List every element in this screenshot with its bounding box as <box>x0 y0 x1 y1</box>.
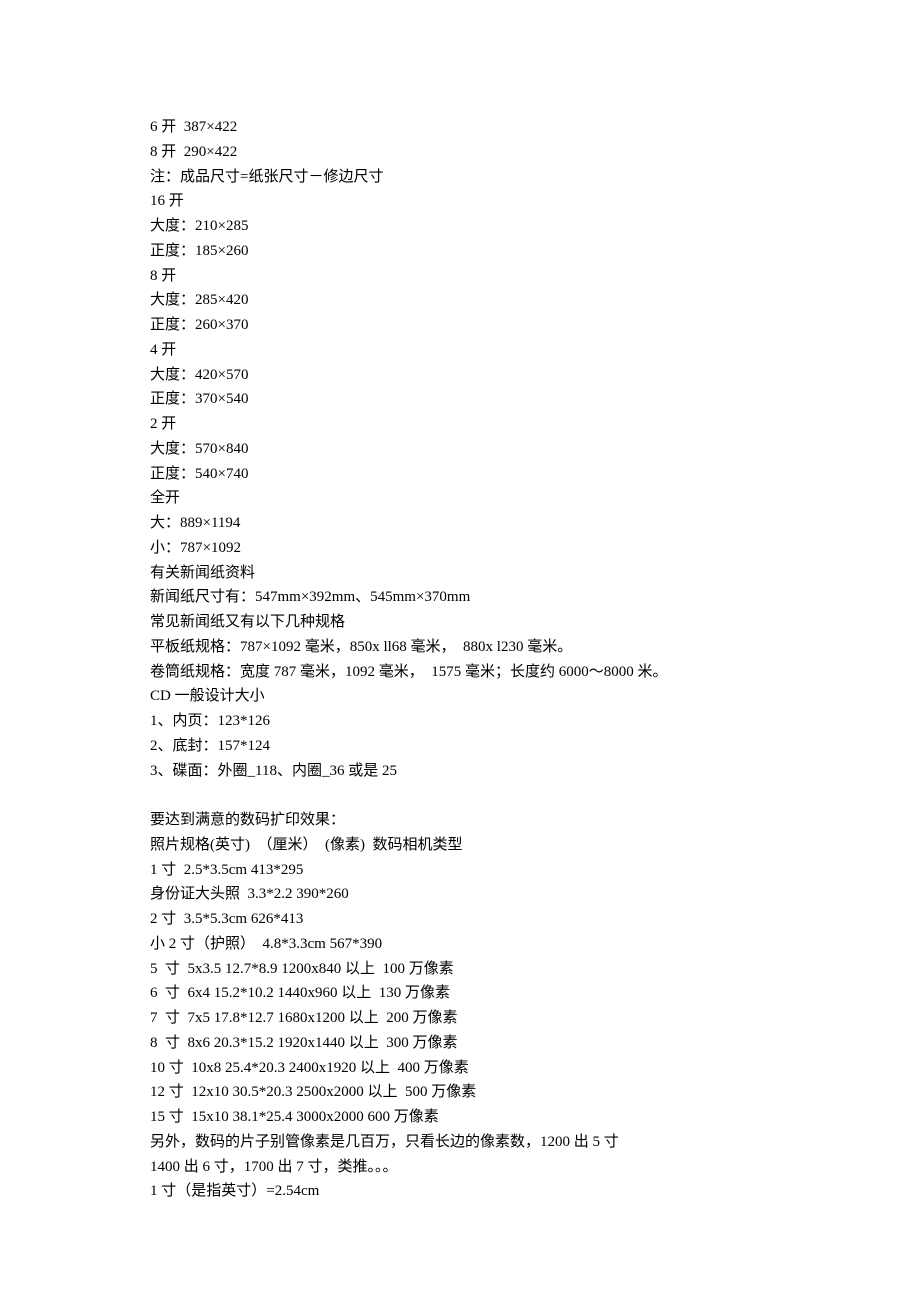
text-line: 有关新闻纸资料 <box>150 561 770 586</box>
text-line: 小：787×1092 <box>150 536 770 561</box>
text-line: 正度：370×540 <box>150 387 770 412</box>
text-line: 5 寸 5x3.5 12.7*8.9 1200x840 以上 100 万像素 <box>150 957 770 982</box>
text-line: 正度：260×370 <box>150 313 770 338</box>
text-line: 全开 <box>150 486 770 511</box>
text-line: 4 开 <box>150 338 770 363</box>
text-line: 大度：285×420 <box>150 288 770 313</box>
text-line: 8 开 290×422 <box>150 140 770 165</box>
text-line: 1、内页：123*126 <box>150 709 770 734</box>
text-line: 大度：420×570 <box>150 363 770 388</box>
text-line: 1 寸（是指英寸）=2.54cm <box>150 1179 770 1204</box>
text-line: 要达到满意的数码扩印效果： <box>150 808 770 833</box>
text-line: 身份证大头照 3.3*2.2 390*260 <box>150 882 770 907</box>
text-line: 平板纸规格：787×1092 毫米，850x ll68 毫米， 880x l23… <box>150 635 770 660</box>
document-body: 6 开 387×4228 开 290×422注：成品尺寸=纸张尺寸－修边尺寸16… <box>150 115 770 1204</box>
text-line: 12 寸 12x10 30.5*20.3 2500x2000 以上 500 万像… <box>150 1080 770 1105</box>
text-line: 6 寸 6x4 15.2*10.2 1440x960 以上 130 万像素 <box>150 981 770 1006</box>
text-line: 新闻纸尺寸有：547mm×392mm、545mm×370mm <box>150 585 770 610</box>
text-line: 1 寸 2.5*3.5cm 413*295 <box>150 858 770 883</box>
text-line: 15 寸 15x10 38.1*25.4 3000x2000 600 万像素 <box>150 1105 770 1130</box>
text-line: 16 开 <box>150 189 770 214</box>
text-line: CD 一般设计大小 <box>150 684 770 709</box>
text-line: 2 开 <box>150 412 770 437</box>
text-line: 正度：185×260 <box>150 239 770 264</box>
text-line: 6 开 387×422 <box>150 115 770 140</box>
text-line: 照片规格(英寸) （厘米） (像素) 数码相机类型 <box>150 833 770 858</box>
text-line: 1400 出 6 寸，1700 出 7 寸，类推。。。 <box>150 1155 770 1180</box>
text-line: 大：889×1194 <box>150 511 770 536</box>
text-line: 正度：540×740 <box>150 462 770 487</box>
text-line: 大度：570×840 <box>150 437 770 462</box>
text-line: 3、碟面：外圈_118、内圈_36 或是 25 <box>150 759 770 784</box>
blank-line <box>150 783 770 808</box>
text-line: 8 开 <box>150 264 770 289</box>
text-line: 2、底封：157*124 <box>150 734 770 759</box>
text-line: 另外，数码的片子别管像素是几百万，只看长边的像素数，1200 出 5 寸 <box>150 1130 770 1155</box>
text-line: 8 寸 8x6 20.3*15.2 1920x1440 以上 300 万像素 <box>150 1031 770 1056</box>
text-line: 小 2 寸（护照） 4.8*3.3cm 567*390 <box>150 932 770 957</box>
text-line: 大度：210×285 <box>150 214 770 239</box>
text-line: 常见新闻纸又有以下几种规格 <box>150 610 770 635</box>
text-line: 2 寸 3.5*5.3cm 626*413 <box>150 907 770 932</box>
text-line: 卷筒纸规格：宽度 787 毫米，1092 毫米， 1575 毫米；长度约 600… <box>150 660 770 685</box>
text-line: 7 寸 7x5 17.8*12.7 1680x1200 以上 200 万像素 <box>150 1006 770 1031</box>
text-line: 注：成品尺寸=纸张尺寸－修边尺寸 <box>150 165 770 190</box>
text-line: 10 寸 10x8 25.4*20.3 2400x1920 以上 400 万像素 <box>150 1056 770 1081</box>
